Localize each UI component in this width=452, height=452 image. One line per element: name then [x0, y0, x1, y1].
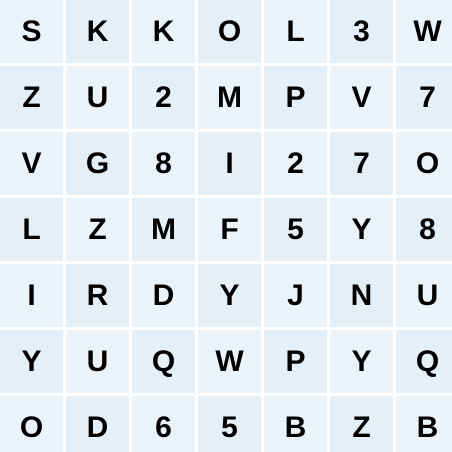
grid-cell-r5c6[interactable]: N — [330, 264, 393, 327]
grid-cell-r5c3[interactable]: D — [132, 264, 195, 327]
grid-cell-r4c3[interactable]: M — [132, 198, 195, 261]
grid-cell-r4c6[interactable]: Y — [330, 198, 393, 261]
grid-cell-r4c4[interactable]: F — [198, 198, 261, 261]
grid-cell-r7c2[interactable]: D — [66, 396, 129, 452]
grid-cell-r6c3[interactable]: Q — [132, 330, 195, 393]
grid-cell-r7c5[interactable]: B — [264, 396, 327, 452]
grid-cell-r2c5[interactable]: P — [264, 66, 327, 129]
grid-cell-r7c1[interactable]: O — [0, 396, 63, 452]
grid-cell-r2c2[interactable]: U — [66, 66, 129, 129]
letter-grid: S K K O L 3 W Z U 2 M P V 7 V G 8 I 2 7 … — [0, 0, 452, 452]
grid-cell-r2c6[interactable]: V — [330, 66, 393, 129]
grid-cell-r1c3[interactable]: K — [132, 0, 195, 63]
grid-cell-r3c7[interactable]: O — [396, 132, 452, 195]
grid-cell-r6c1[interactable]: Y — [0, 330, 63, 393]
grid-cell-r6c5[interactable]: P — [264, 330, 327, 393]
grid-cell-r5c5[interactable]: J — [264, 264, 327, 327]
grid-cell-r4c2[interactable]: Z — [66, 198, 129, 261]
grid-cell-r3c3[interactable]: 8 — [132, 132, 195, 195]
grid-cell-r1c4[interactable]: O — [198, 0, 261, 63]
grid-cell-r5c1[interactable]: I — [0, 264, 63, 327]
grid-cell-r5c7[interactable]: U — [396, 264, 452, 327]
grid-cell-r6c2[interactable]: U — [66, 330, 129, 393]
grid-cell-r5c4[interactable]: Y — [198, 264, 261, 327]
grid-cell-r1c7[interactable]: W — [396, 0, 452, 63]
grid-cell-r1c5[interactable]: L — [264, 0, 327, 63]
grid-cell-r3c5[interactable]: 2 — [264, 132, 327, 195]
grid-cell-r2c3[interactable]: 2 — [132, 66, 195, 129]
captcha-image-grid: 0100101001101101011010010110 S K K O L 3… — [0, 0, 452, 452]
grid-cell-r7c7[interactable]: B — [396, 396, 452, 452]
grid-cell-r2c7[interactable]: 7 — [396, 66, 452, 129]
grid-cell-r6c6[interactable]: Y — [330, 330, 393, 393]
grid-cell-r3c1[interactable]: V — [0, 132, 63, 195]
grid-cell-r2c1[interactable]: Z — [0, 66, 63, 129]
grid-cell-r6c7[interactable]: Q — [396, 330, 452, 393]
grid-cell-r3c4[interactable]: I — [198, 132, 261, 195]
grid-cell-r4c1[interactable]: L — [0, 198, 63, 261]
grid-cell-r1c1[interactable]: S — [0, 0, 63, 63]
grid-cell-r4c7[interactable]: 8 — [396, 198, 452, 261]
grid-cell-r7c6[interactable]: Z — [330, 396, 393, 452]
grid-cell-r7c4[interactable]: 5 — [198, 396, 261, 452]
grid-cell-r1c2[interactable]: K — [66, 0, 129, 63]
grid-cell-r7c3[interactable]: 6 — [132, 396, 195, 452]
grid-cell-r3c2[interactable]: G — [66, 132, 129, 195]
grid-cell-r6c4[interactable]: W — [198, 330, 261, 393]
grid-cell-r2c4[interactable]: M — [198, 66, 261, 129]
grid-cell-r3c6[interactable]: 7 — [330, 132, 393, 195]
grid-cell-r1c6[interactable]: 3 — [330, 0, 393, 63]
grid-cell-r4c5[interactable]: 5 — [264, 198, 327, 261]
grid-cell-r5c2[interactable]: R — [66, 264, 129, 327]
